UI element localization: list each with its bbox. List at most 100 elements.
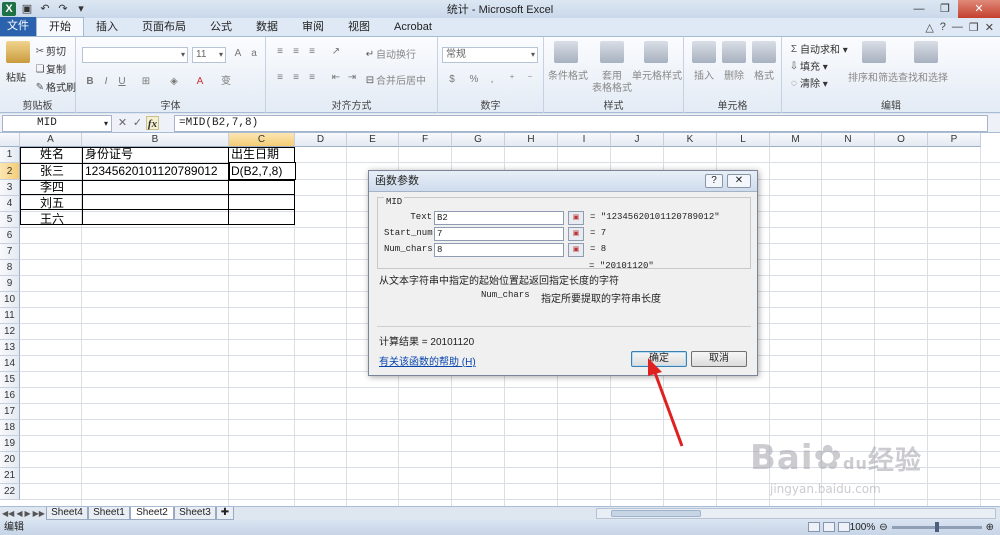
tab-review[interactable]: 审阅 bbox=[290, 18, 336, 36]
delete-cells-button[interactable]: 删除 bbox=[724, 67, 744, 82]
italic-icon[interactable]: I bbox=[98, 75, 114, 89]
first-sheet-icon[interactable]: ◀◀ bbox=[2, 507, 14, 520]
sheet-tab-sheet3[interactable]: Sheet3 bbox=[174, 507, 216, 520]
window-minimize-icon[interactable]: — bbox=[952, 21, 963, 33]
column-header-J[interactable]: J bbox=[611, 133, 664, 147]
minimize-ribbon-icon[interactable]: △ bbox=[925, 21, 933, 34]
redo-icon[interactable]: ↷ bbox=[56, 2, 70, 16]
column-header-E[interactable]: E bbox=[347, 133, 399, 147]
cut-button[interactable]: ✂ 剪切 bbox=[34, 43, 66, 58]
row-header-19[interactable]: 19 bbox=[0, 436, 20, 452]
align-center-icon[interactable]: ≡ bbox=[288, 71, 304, 85]
row-header-6[interactable]: 6 bbox=[0, 228, 20, 244]
cell-A4[interactable]: 刘五 bbox=[40, 195, 64, 212]
zoom-level[interactable]: 100% bbox=[850, 520, 876, 535]
conditional-format-icon[interactable] bbox=[554, 41, 578, 63]
row-header-8[interactable]: 8 bbox=[0, 260, 20, 276]
cell-styles-button[interactable]: 单元格样式 bbox=[632, 67, 682, 82]
minimize-button[interactable]: — bbox=[906, 0, 932, 18]
row-header-2[interactable]: 2 bbox=[0, 163, 20, 180]
tab-view[interactable]: 视图 bbox=[336, 18, 382, 36]
fill-color-icon[interactable]: ◈ bbox=[166, 75, 182, 89]
close-button[interactable]: ✕ bbox=[958, 0, 1000, 18]
fill-button[interactable]: ⇩ 填充 ▾ bbox=[788, 58, 828, 73]
format-painter-button[interactable]: ✎ 格式刷 bbox=[34, 79, 76, 94]
page-layout-view-icon[interactable] bbox=[823, 522, 835, 532]
cell-A1[interactable]: 姓名 bbox=[40, 146, 64, 163]
orientation-icon[interactable]: ↗ bbox=[328, 45, 344, 59]
enter-formula-icon[interactable]: ✓ bbox=[131, 116, 144, 130]
cell-A5[interactable]: 王六 bbox=[40, 211, 64, 228]
row-header-3[interactable]: 3 bbox=[0, 180, 20, 196]
underline-icon[interactable]: U bbox=[114, 75, 130, 89]
row-header-16[interactable]: 16 bbox=[0, 388, 20, 404]
sort-filter-icon[interactable] bbox=[862, 41, 886, 63]
help-icon[interactable]: ? bbox=[940, 21, 946, 33]
format-cells-button[interactable]: 格式 bbox=[754, 67, 774, 82]
cancel-formula-icon[interactable]: ✕ bbox=[116, 116, 129, 130]
paste-icon[interactable] bbox=[6, 41, 30, 63]
collapse-dialog-icon-num-chars[interactable]: ▣ bbox=[568, 243, 584, 257]
undo-icon[interactable]: ↶ bbox=[38, 2, 52, 16]
cell-A2[interactable]: 张三 bbox=[40, 163, 64, 180]
row-header-15[interactable]: 15 bbox=[0, 372, 20, 388]
page-break-view-icon[interactable] bbox=[838, 522, 850, 532]
cancel-button[interactable]: 取消 bbox=[691, 351, 747, 367]
zoom-out-icon[interactable]: ⊖ bbox=[879, 520, 887, 535]
decrease-decimal-icon[interactable]: ⁻ bbox=[522, 73, 538, 87]
arg-input-text[interactable]: B2 bbox=[434, 211, 564, 225]
row-header-1[interactable]: 1 bbox=[0, 147, 20, 163]
font-color-icon[interactable]: A bbox=[192, 75, 208, 89]
sheet-tab-sheet2[interactable]: Sheet2 bbox=[130, 507, 174, 520]
row-header-21[interactable]: 21 bbox=[0, 468, 20, 484]
comma-icon[interactable]: , bbox=[484, 73, 500, 87]
insert-cells-icon[interactable] bbox=[692, 41, 716, 63]
collapse-dialog-icon-text[interactable]: ▣ bbox=[568, 211, 584, 225]
row-header-5[interactable]: 5 bbox=[0, 212, 20, 228]
row-header-14[interactable]: 14 bbox=[0, 356, 20, 372]
row-header-20[interactable]: 20 bbox=[0, 452, 20, 468]
column-header-G[interactable]: G bbox=[452, 133, 505, 147]
borders-icon[interactable]: ⊞ bbox=[138, 75, 154, 89]
cell-styles-icon[interactable] bbox=[644, 41, 668, 63]
row-header-12[interactable]: 12 bbox=[0, 324, 20, 340]
sort-filter-button[interactable]: 排序和筛选 bbox=[848, 69, 898, 84]
delete-cells-icon[interactable] bbox=[722, 41, 746, 63]
restore-button[interactable]: ❐ bbox=[932, 0, 958, 18]
column-header-I[interactable]: I bbox=[558, 133, 611, 147]
tab-formulas[interactable]: 公式 bbox=[198, 18, 244, 36]
row-header-4[interactable]: 4 bbox=[0, 196, 20, 212]
phonetic-icon[interactable]: 变 bbox=[218, 75, 234, 89]
column-header-O[interactable]: O bbox=[875, 133, 928, 147]
row-header-11[interactable]: 11 bbox=[0, 308, 20, 324]
prev-sheet-icon[interactable]: ◀ bbox=[16, 507, 22, 520]
dialog-close-button[interactable]: ✕ bbox=[727, 174, 751, 188]
select-all-corner[interactable] bbox=[0, 133, 20, 147]
shrink-font-icon[interactable]: a bbox=[246, 47, 262, 61]
find-select-icon[interactable] bbox=[914, 41, 938, 63]
column-header-C[interactable]: C bbox=[229, 133, 295, 147]
scrollbar-thumb[interactable] bbox=[611, 510, 701, 517]
cell-B2[interactable]: 123456201011207890­12 bbox=[85, 163, 218, 180]
new-sheet-icon[interactable]: ✚ bbox=[216, 507, 234, 520]
format-table-button-2[interactable]: 表格格式 bbox=[592, 79, 632, 94]
merge-center-button[interactable]: ⊟ 合并后居中 bbox=[364, 72, 426, 87]
clear-button[interactable]: ◌ 清除 ▾ bbox=[788, 75, 828, 90]
tab-insert[interactable]: 插入 bbox=[84, 18, 130, 36]
align-middle-icon[interactable]: ≡ bbox=[288, 45, 304, 59]
function-help-link[interactable]: 有关该函数的帮助 (H) bbox=[379, 353, 476, 368]
number-format-combo[interactable]: 常规 ▾ bbox=[442, 47, 538, 63]
normal-view-icon[interactable] bbox=[808, 522, 820, 532]
tab-data[interactable]: 数据 bbox=[244, 18, 290, 36]
column-header-H[interactable]: H bbox=[505, 133, 558, 147]
window-restore-icon[interactable]: ❐ bbox=[969, 21, 979, 34]
window-close-icon[interactable]: ✕ bbox=[985, 21, 994, 34]
row-header-22[interactable]: 22 bbox=[0, 484, 20, 500]
arg-input-start-num[interactable]: 7 bbox=[434, 227, 564, 241]
currency-icon[interactable]: $ bbox=[444, 73, 460, 87]
percent-icon[interactable]: % bbox=[466, 73, 482, 87]
save-icon[interactable]: ▣ bbox=[20, 2, 34, 16]
conditional-format-button[interactable]: 条件格式 bbox=[548, 67, 588, 82]
column-header-F[interactable]: F bbox=[399, 133, 452, 147]
format-table-icon[interactable] bbox=[600, 41, 624, 63]
